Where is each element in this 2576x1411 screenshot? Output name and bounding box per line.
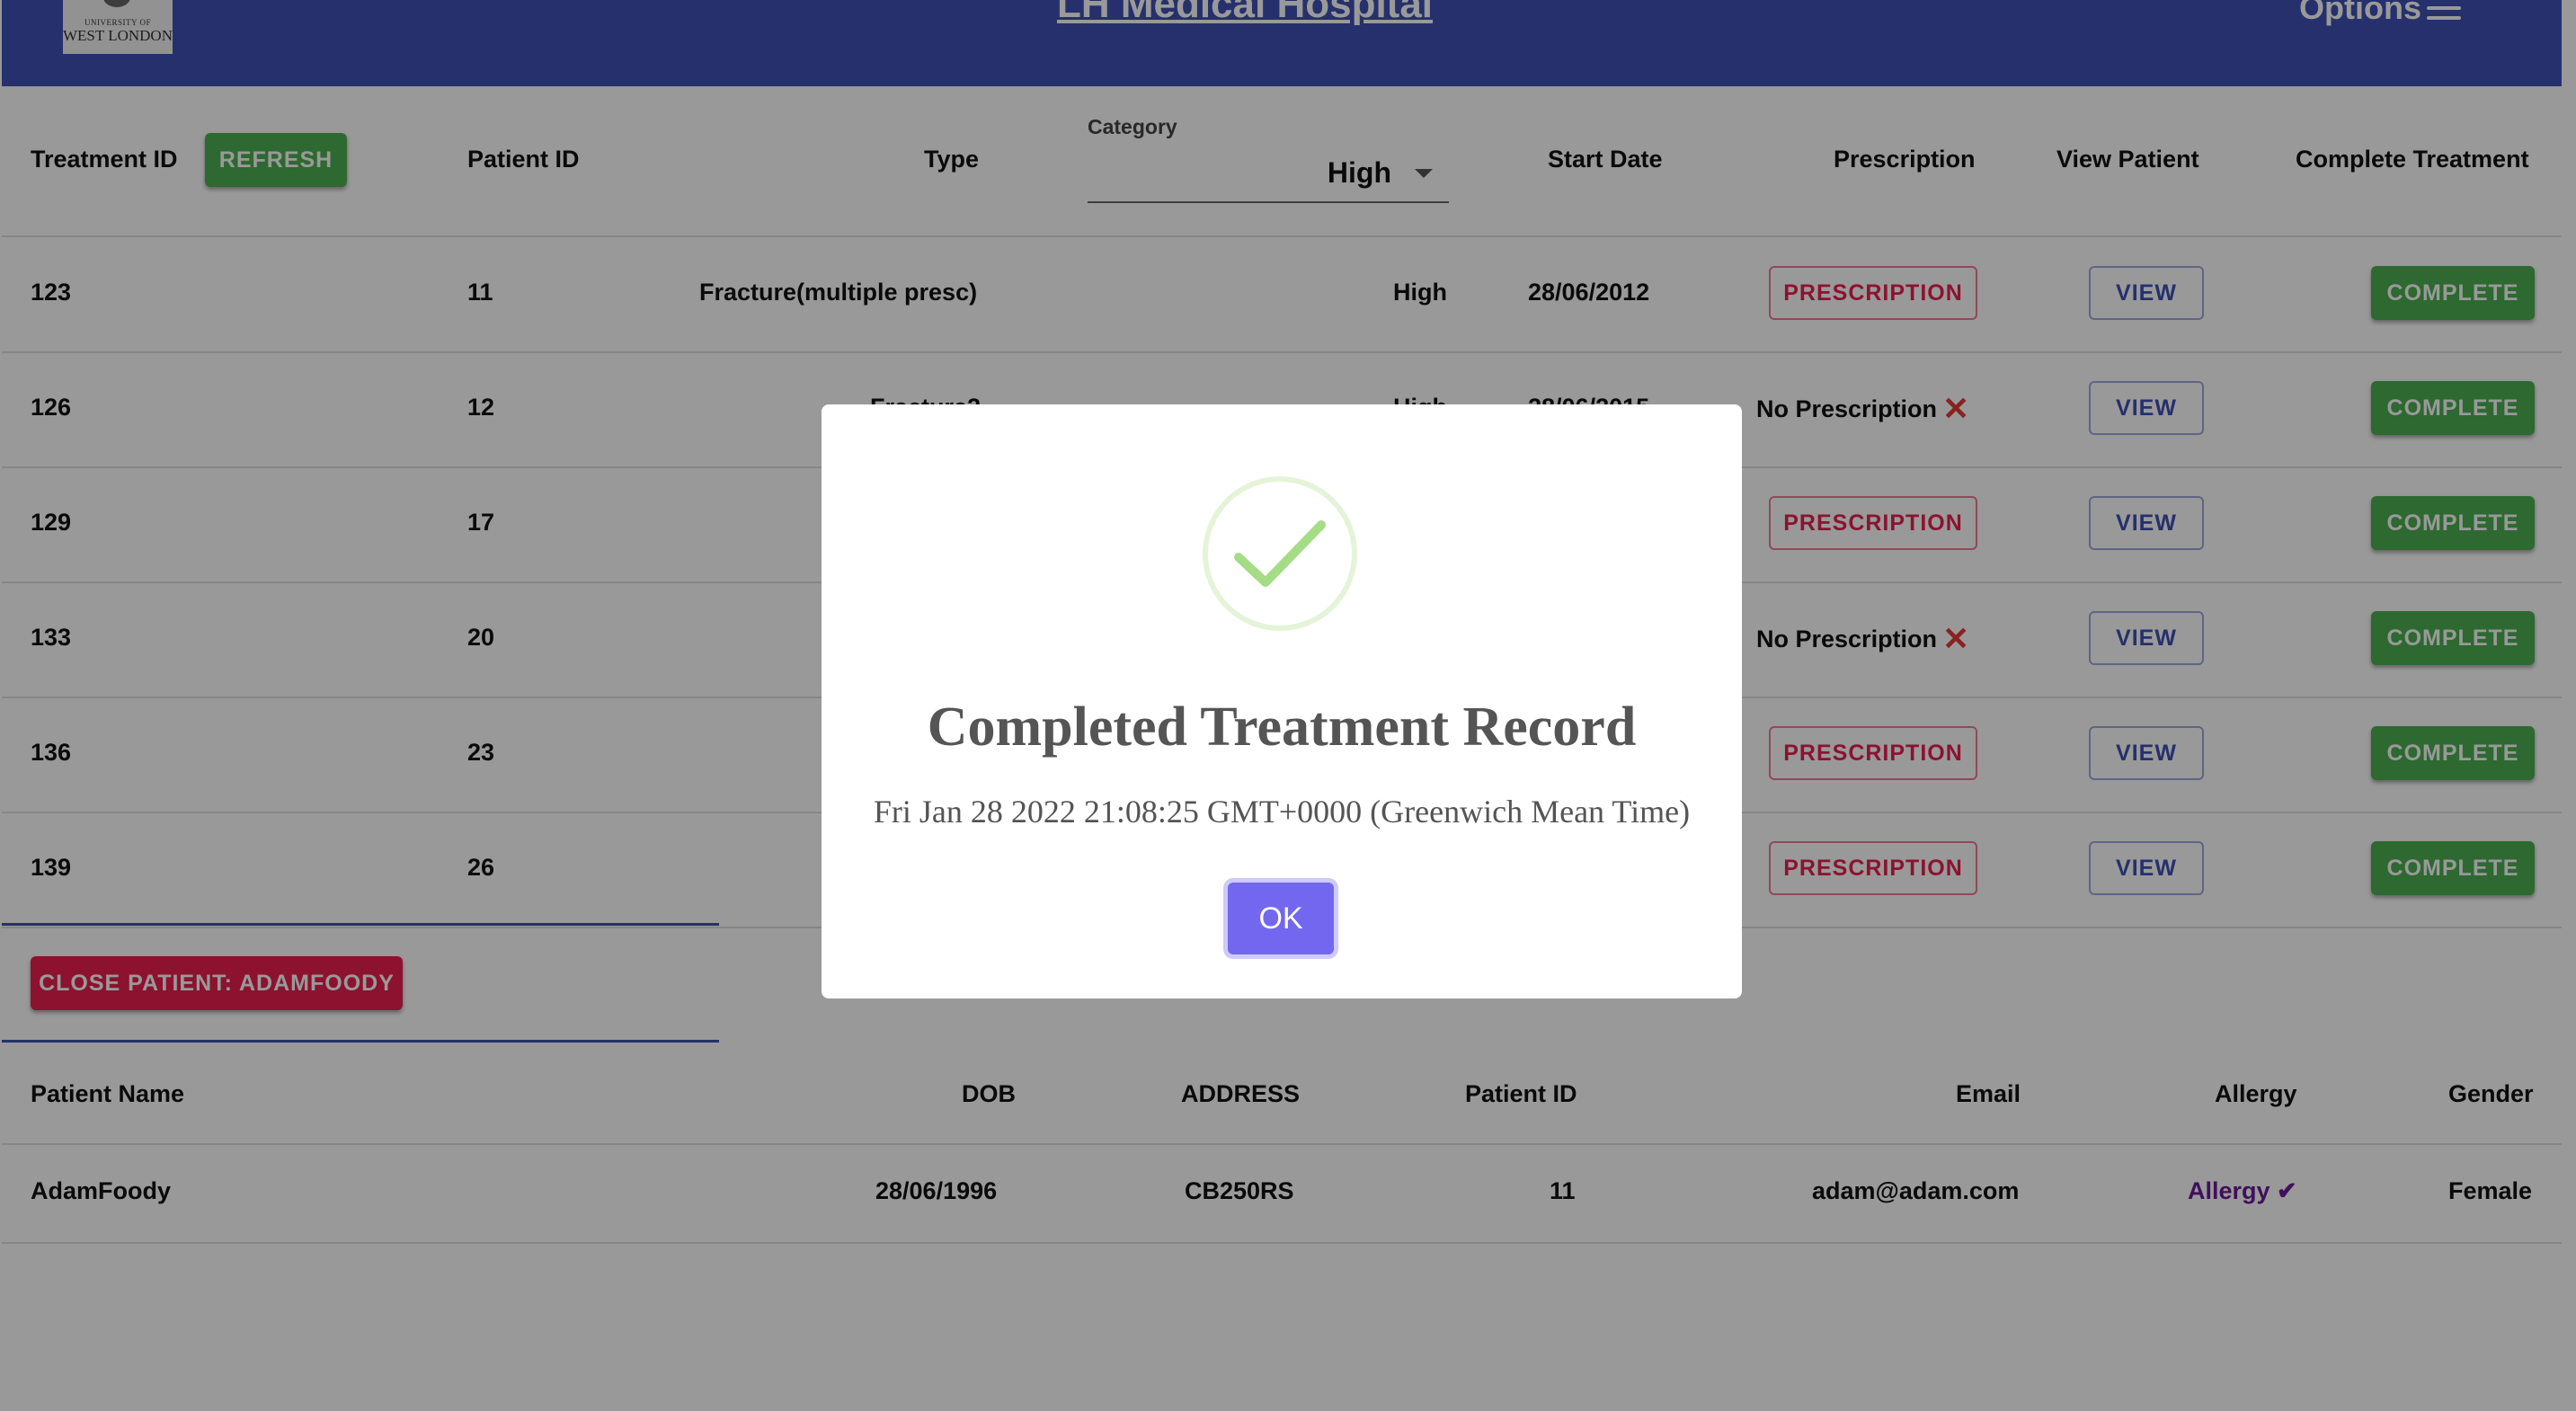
dialog-title: Completed Treatment Record bbox=[927, 697, 1637, 758]
success-check-icon bbox=[1203, 476, 1357, 631]
check-icon bbox=[1234, 520, 1326, 587]
ok-button[interactable]: OK bbox=[1228, 883, 1334, 954]
success-dialog: Completed Treatment Record Fri Jan 28 20… bbox=[822, 404, 1742, 998]
dialog-message: Fri Jan 28 2022 21:08:25 GMT+0000 (Green… bbox=[873, 794, 1691, 830]
